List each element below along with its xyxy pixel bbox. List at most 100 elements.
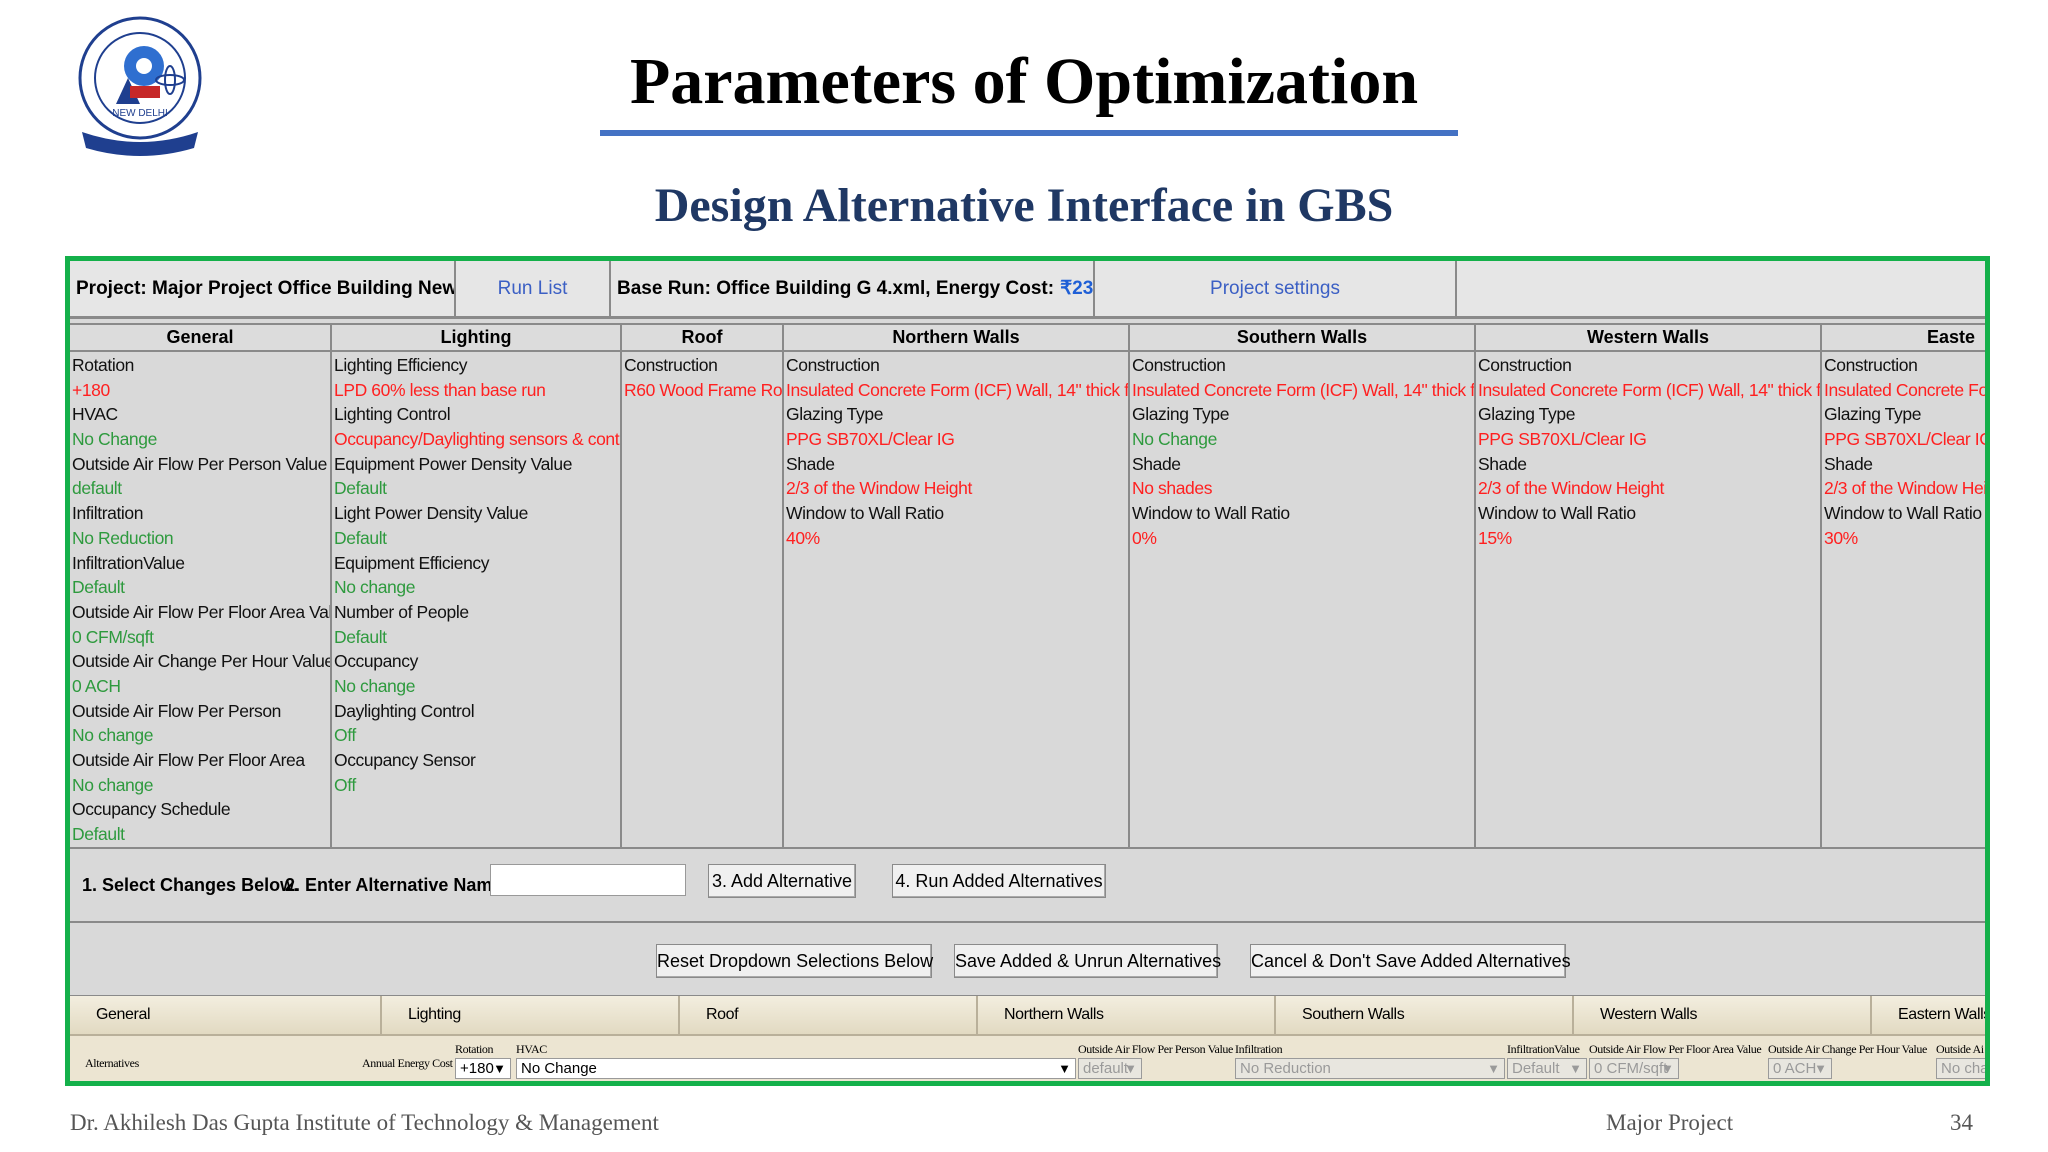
oa-more-select[interactable]: No chai bbox=[1936, 1058, 1985, 1079]
parameter-label: Occupancy Sensor bbox=[334, 750, 476, 770]
parameter-label: HVAC bbox=[72, 404, 118, 425]
oa-area-select[interactable]: 0 CFM/sqft ▼ bbox=[1589, 1058, 1679, 1079]
parameter-label: Outside Air Flow Per Floor Area bbox=[72, 750, 305, 770]
parameter-label: Construction bbox=[624, 355, 718, 375]
rotation-label: Rotation bbox=[455, 1042, 494, 1056]
summary-column: Southern Walls Construction Insulated Conc… bbox=[1130, 325, 1476, 847]
tab-western-walls[interactable]: Western Walls bbox=[1572, 996, 1870, 1034]
parameter-label: Shade bbox=[1824, 453, 1873, 474]
tab-southern-walls[interactable]: Southern Walls bbox=[1274, 996, 1572, 1034]
column-body: Construction R60 Wood Frame Roof bbox=[622, 352, 782, 403]
parameter-label: Construction bbox=[1478, 355, 1572, 375]
parameter-value: Insulated Concrete Form (ICF) Wall, 14" … bbox=[1478, 379, 1822, 400]
run-list-link[interactable]: Run List bbox=[456, 261, 611, 316]
parameter-value: 15% bbox=[1478, 527, 1512, 548]
parameter-value: 0 CFM/sqft bbox=[72, 626, 154, 647]
parameter-value: default bbox=[72, 478, 122, 499]
parameter-value: +180 bbox=[72, 379, 110, 400]
project-name: Project: Major Project Office Building N… bbox=[70, 261, 456, 316]
column-header: Western Walls bbox=[1476, 325, 1820, 352]
parameter-value: Insulated Concrete Form (ICF) Wall, 14" … bbox=[786, 379, 1130, 400]
parameter-value: No change bbox=[334, 675, 416, 696]
hvac-select[interactable]: No Change ▼ bbox=[516, 1058, 1076, 1079]
parameter-value: 40% bbox=[786, 527, 820, 548]
annual-energy-cost-label: Annual Energy Cost bbox=[362, 1056, 453, 1070]
chevron-down-icon: ▼ bbox=[1814, 1061, 1827, 1076]
alternatives-column-label: Alternatives bbox=[85, 1056, 139, 1070]
oa-ach-select[interactable]: 0 ACH ▼ bbox=[1768, 1058, 1832, 1079]
parameter-label: Outside Air Flow Per Person bbox=[72, 700, 282, 721]
column-body: Construction Insulated Concrete Form (ICF… bbox=[784, 352, 1128, 552]
cancel-dont-save-button[interactable]: Cancel & Don't Save Added Alternatives bbox=[1250, 944, 1571, 978]
infiltration-value-label: InfiltrationValue bbox=[1507, 1042, 1580, 1056]
chevron-down-icon: ▼ bbox=[1058, 1061, 1071, 1076]
parameter-value: No Change bbox=[1132, 429, 1217, 450]
parameter-label: Outside Air Change Per Hour Value bbox=[72, 651, 332, 672]
category-tabs: General Lighting Roof Northern Walls Souther… bbox=[70, 996, 1985, 1036]
parameter-value: Insulated Concrete Form (ICF) Wall, 14" … bbox=[1132, 379, 1476, 400]
parameter-label: Equipment Efficiency bbox=[334, 552, 490, 573]
tab-roof[interactable]: Roof bbox=[678, 996, 976, 1034]
parameter-label: Occupancy bbox=[334, 651, 418, 672]
topbar-empty-cell bbox=[1457, 261, 1985, 316]
parameter-value: Default bbox=[334, 626, 387, 647]
parameter-value: PPG SB70XL/Clear IG bbox=[786, 429, 955, 450]
parameter-label: Shade bbox=[1132, 453, 1181, 474]
parameter-label: Equipment Power Density Value bbox=[334, 453, 573, 474]
alternative-name-input[interactable] bbox=[490, 864, 686, 896]
parameter-label: Occupancy Schedule bbox=[72, 799, 231, 820]
summary-column: Roof Construction R60 Wood Frame Roof bbox=[622, 325, 784, 847]
oa-person-select[interactable]: default ▼ bbox=[1078, 1058, 1142, 1079]
parameter-label: Window to Wall Ratio bbox=[1824, 503, 1982, 524]
tab-lighting[interactable]: Lighting bbox=[380, 996, 678, 1034]
summary-column: Northern Walls Construction Insulated Conc… bbox=[784, 325, 1130, 847]
tab-general[interactable]: General bbox=[70, 996, 380, 1034]
project-settings-link[interactable]: Project settings bbox=[1095, 261, 1457, 316]
parameter-label: Window to Wall Ratio bbox=[786, 503, 944, 524]
alternative-entry-row: 1. Select Changes Below. 2. Enter Altern… bbox=[70, 851, 1985, 923]
alternatives-grid: Alternatives Annual Energy Cost Rotation… bbox=[70, 1036, 1985, 1081]
save-added-alternatives-button[interactable]: Save Added & Unrun Alternatives bbox=[954, 944, 1221, 978]
chevron-down-icon: ▼ bbox=[1661, 1061, 1674, 1076]
infiltration-value-select[interactable]: Default ▼ bbox=[1507, 1058, 1587, 1079]
run-added-alternatives-button[interactable]: 4. Run Added Alternatives bbox=[892, 864, 1106, 898]
add-alternative-button[interactable]: 3. Add Alternative bbox=[708, 864, 856, 898]
column-header: Northern Walls bbox=[784, 325, 1128, 352]
step2-label: 2. Enter Alternative Name: bbox=[285, 875, 509, 895]
energy-cost-link[interactable]: ₹23,929,840 bbox=[1060, 277, 1093, 300]
column-header: Easte bbox=[1822, 325, 1985, 352]
parameter-value: 0% bbox=[1132, 527, 1157, 548]
chevron-down-icon: ▼ bbox=[1124, 1061, 1137, 1076]
parameter-value: 30% bbox=[1824, 527, 1858, 548]
footer-project: Major Project bbox=[1606, 1110, 1734, 1135]
column-body: Lighting Efficiency LPD 60% less than bas… bbox=[332, 352, 620, 798]
tab-northern-walls[interactable]: Northern Walls bbox=[976, 996, 1274, 1034]
parameter-label: Construction bbox=[1824, 355, 1918, 375]
summary-column: Lighting Lighting Efficiency LPD 60% less … bbox=[332, 325, 622, 847]
parameter-value: Off bbox=[334, 774, 356, 795]
parameter-label: Construction bbox=[1132, 355, 1226, 375]
column-body: Construction Insulated Concrete For Glazin… bbox=[1822, 352, 1985, 552]
tab-eastern-walls[interactable]: Eastern Walls bbox=[1870, 996, 1985, 1034]
chevron-down-icon: ▼ bbox=[1487, 1061, 1500, 1076]
oa-ach-label: Outside Air Change Per Hour Value bbox=[1768, 1042, 1927, 1056]
step1-label: 1. Select Changes Below. bbox=[82, 875, 299, 895]
page-subtitle: Design Alternative Interface in GBS bbox=[654, 179, 1394, 232]
parameter-value: 2/3 of the Window Height bbox=[786, 478, 972, 499]
page-number: 34 bbox=[1950, 1110, 1973, 1135]
parameter-label: Shade bbox=[786, 453, 835, 474]
infiltration-select[interactable]: No Reduction ▼ bbox=[1235, 1058, 1505, 1079]
reset-dropdowns-button[interactable]: Reset Dropdown Selections Below bbox=[656, 944, 933, 978]
parameter-value: No shades bbox=[1132, 478, 1213, 499]
page-title: Parameters of Optimization bbox=[629, 45, 1419, 118]
chevron-down-icon: ▼ bbox=[1569, 1061, 1582, 1076]
oa-person-label: Outside Air Flow Per Person Value bbox=[1078, 1042, 1233, 1056]
parameter-label: Outside Air Flow Per Floor Area Value bbox=[72, 601, 332, 622]
parameter-label: Outside Air Flow Per Person Value bbox=[72, 453, 327, 474]
base-run-info: Base Run: Office Building G 4.xml, Energ… bbox=[611, 261, 1095, 316]
parameter-value: Off bbox=[334, 725, 356, 746]
parameter-value: No Change bbox=[72, 429, 157, 450]
column-body: Construction Insulated Concrete Form (ICF… bbox=[1130, 352, 1474, 552]
rotation-select[interactable]: +180 ▼ bbox=[455, 1058, 511, 1079]
alternative-summary-table: General Rotation +180 HVAC No Change Outside … bbox=[70, 323, 1985, 849]
